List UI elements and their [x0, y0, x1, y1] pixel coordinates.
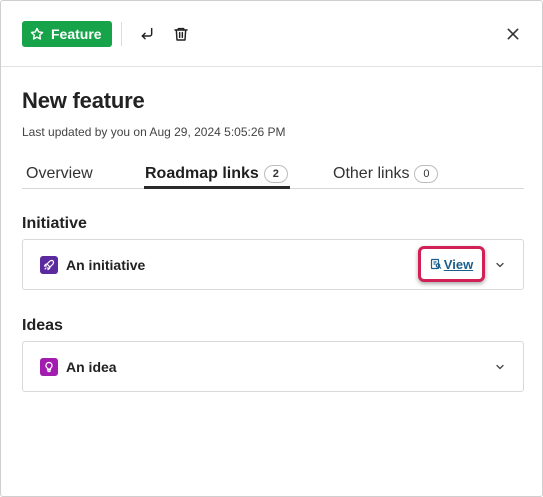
view-link-label: View	[443, 256, 474, 272]
idea-card[interactable]: An idea	[22, 341, 524, 392]
tab-count-badge: 2	[263, 165, 288, 183]
feature-type-label: Feature	[51, 26, 102, 42]
chevron-down-icon[interactable]	[493, 360, 507, 374]
tab-bar: Overview Roadmap links 2 Other links 0	[22, 153, 524, 189]
tab-label: Other links	[333, 165, 410, 182]
toolbar-divider	[121, 22, 122, 46]
initiative-heading: Initiative	[22, 215, 87, 232]
trash-icon[interactable]	[171, 24, 191, 44]
star-icon	[30, 27, 44, 41]
feature-type-button[interactable]: Feature	[22, 21, 112, 47]
tab-label: Roadmap links	[145, 165, 259, 182]
lightbulb-icon	[40, 358, 58, 376]
tab-roadmap-links[interactable]: Roadmap links 2	[145, 161, 288, 187]
last-updated-text: Last updated by you on Aug 29, 2024 5:05…	[22, 125, 286, 139]
feature-drawer: Feature New feature Last updated by you …	[0, 0, 543, 497]
view-initiative-link[interactable]: View	[418, 246, 485, 282]
active-tab-indicator	[144, 186, 290, 189]
drawer-toolbar: Feature	[1, 1, 542, 67]
idea-name[interactable]: An idea	[66, 359, 117, 375]
close-icon[interactable]	[503, 24, 523, 44]
view-details-icon	[430, 258, 442, 270]
initiative-card[interactable]: An initiative View	[22, 239, 524, 290]
tab-count-badge: 0	[414, 165, 439, 183]
ideas-heading: Ideas	[22, 317, 63, 334]
enter-icon[interactable]	[137, 24, 157, 44]
rocket-icon	[40, 256, 58, 274]
tab-other-links[interactable]: Other links 0	[333, 161, 439, 187]
page-title: New feature	[22, 88, 145, 113]
tab-overview[interactable]: Overview	[26, 161, 93, 187]
tab-label: Overview	[26, 165, 93, 182]
initiative-name[interactable]: An initiative	[66, 257, 145, 273]
chevron-down-icon[interactable]	[493, 258, 507, 272]
